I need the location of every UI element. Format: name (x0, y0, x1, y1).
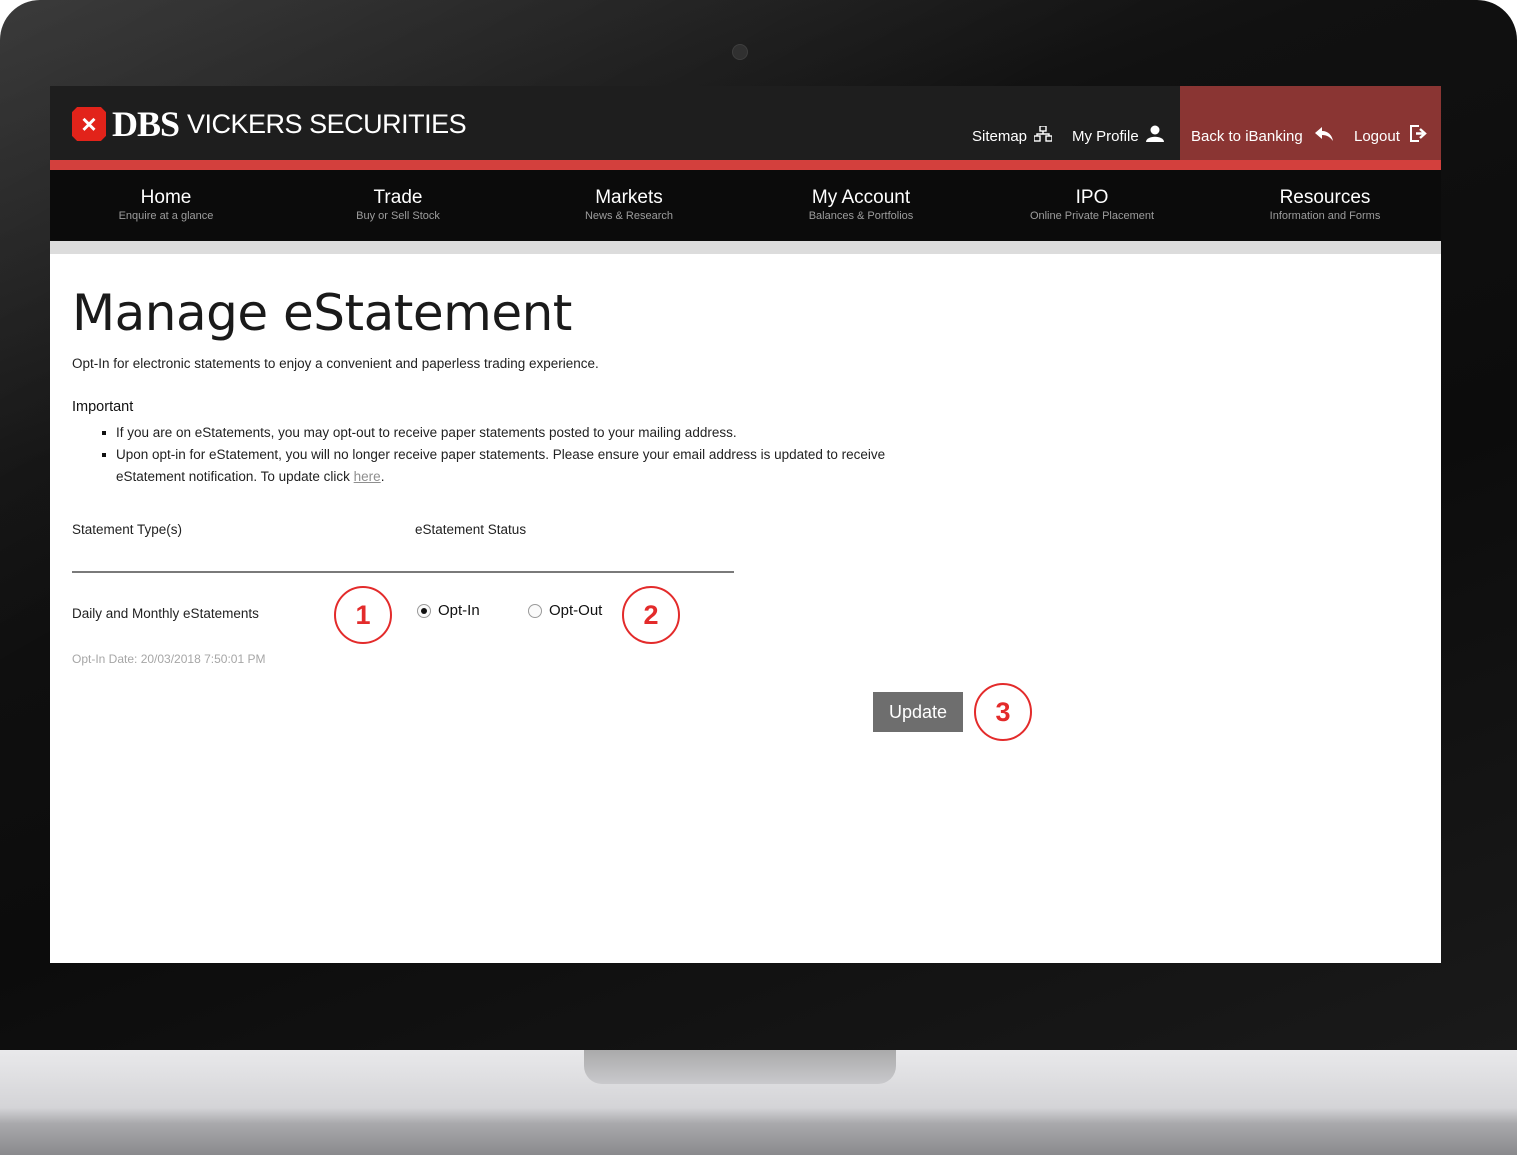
callout-3: 3 (974, 683, 1032, 741)
profile-label: My Profile (1072, 127, 1139, 145)
logout-icon (1409, 125, 1428, 147)
opt-out-radio-circle[interactable] (528, 603, 542, 618)
logo-dbs-text: DBS (112, 104, 180, 144)
nav-shadow-bar (50, 241, 1441, 254)
sitemap-link[interactable]: Sitemap (972, 124, 1053, 148)
page-title: Manage eStatement (72, 284, 572, 342)
nav-markets-sub: News & Research (584, 210, 674, 222)
opt-in-label: Opt-In (438, 602, 480, 619)
update-email-link[interactable]: here (354, 469, 381, 484)
nav-markets-title: Markets (595, 187, 663, 208)
dbs-star-icon: × (72, 107, 106, 141)
logout-link[interactable]: Logout (1354, 124, 1428, 148)
nav-home-title: Home (140, 187, 192, 208)
sitemap-icon (1033, 124, 1053, 147)
opt-in-date: Opt-In Date: 20/03/2018 7:50:01 PM (72, 652, 266, 666)
header-accent-line (50, 160, 1441, 170)
nav-my-account-sub: Balances & Portfolios (808, 210, 914, 222)
back-label: Back to iBanking (1191, 127, 1303, 145)
important-list: If you are on eStatements, you may opt-o… (102, 422, 936, 488)
update-button[interactable]: Update (873, 692, 963, 732)
bullet-2-end: . (380, 469, 385, 484)
nav-ipo-sub: Online Private Placement (1029, 210, 1155, 222)
back-to-ibanking-box: Back to iBanking Logout (1180, 86, 1441, 160)
opt-in-radio-circle[interactable] (417, 603, 431, 618)
dbs-logo[interactable]: × DBS VICKERS SECURITIES (72, 104, 467, 144)
nav-trade-title: Trade (373, 187, 423, 208)
nav-trade[interactable]: Trade Buy or Sell Stock (282, 188, 514, 223)
nav-ipo-title: IPO (1075, 187, 1109, 208)
browser-screen: × DBS VICKERS SECURITIES Sitemap My Prof… (50, 86, 1441, 963)
statement-row-label: Daily and Monthly eStatements (72, 606, 259, 621)
reply-arrow-icon (1314, 126, 1333, 146)
opt-in-radio[interactable]: Opt-In (417, 602, 480, 619)
user-icon (1145, 125, 1164, 147)
callout-1: 1 (334, 586, 392, 644)
nav-ipo[interactable]: IPO Online Private Placement (976, 188, 1208, 223)
nav-resources[interactable]: Resources Information and Forms (1209, 188, 1441, 223)
intro-text: Opt-In for electronic statements to enjo… (72, 356, 599, 371)
nav-trade-sub: Buy or Sell Stock (356, 210, 440, 222)
nav-my-account[interactable]: My Account Balances & Portfolios (745, 188, 977, 223)
my-profile-link[interactable]: My Profile (1072, 124, 1164, 148)
callout-2: 2 (622, 586, 680, 644)
laptop-notch (584, 1050, 896, 1084)
main-nav: Home Enquire at a glance Trade Buy or Se… (50, 170, 1441, 241)
logout-label: Logout (1354, 127, 1400, 145)
logo-brand-text: VICKERS SECURITIES (187, 108, 467, 139)
nav-home-sub: Enquire at a glance (118, 210, 214, 222)
col-statement-type: Statement Type(s) (72, 522, 183, 537)
list-item: Upon opt-in for eStatement, you will no … (102, 444, 936, 488)
nav-my-account-title: My Account (811, 187, 911, 208)
opt-out-radio[interactable]: Opt-Out (528, 602, 602, 619)
nav-resources-sub: Information and Forms (1269, 210, 1381, 222)
nav-home[interactable]: Home Enquire at a glance (50, 188, 282, 223)
bullet-1-text: If you are on eStatements, you may opt-o… (116, 425, 737, 440)
important-heading: Important (72, 399, 134, 415)
bullet-2-text: Upon opt-in for eStatement, you will no … (116, 447, 886, 484)
camera-icon (732, 44, 748, 60)
sitemap-label: Sitemap (972, 127, 1028, 145)
col-estatement-status: eStatement Status (415, 522, 527, 537)
nav-markets[interactable]: Markets News & Research (513, 188, 745, 223)
top-header: × DBS VICKERS SECURITIES Sitemap My Prof… (50, 86, 1441, 160)
list-item: If you are on eStatements, you may opt-o… (102, 422, 936, 444)
nav-resources-title: Resources (1279, 187, 1371, 208)
back-to-ibanking-link[interactable]: Back to iBanking (1191, 124, 1333, 148)
opt-out-label: Opt-Out (549, 602, 603, 619)
table-divider (72, 571, 734, 573)
